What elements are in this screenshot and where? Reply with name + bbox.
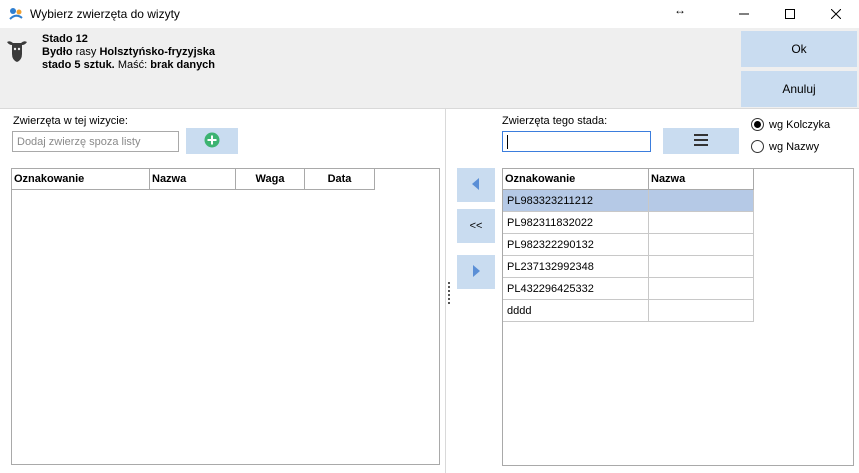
color-value: brak danych <box>150 59 216 71</box>
breed-word: rasy <box>75 46 97 58</box>
cell-name[interactable] <box>649 212 754 234</box>
column-header-waga[interactable]: Waga <box>236 169 305 190</box>
column-header-oznakowanie[interactable]: Oznakowanie <box>503 169 649 190</box>
column-header-nazwa[interactable]: Nazwa <box>649 169 754 190</box>
add-animal-button[interactable] <box>186 128 238 154</box>
list-icon <box>694 133 708 149</box>
app-icon <box>8 6 24 22</box>
radio-selected-dot <box>754 121 761 128</box>
close-button[interactable] <box>813 0 859 28</box>
sort-by-name-radio[interactable] <box>751 140 764 153</box>
cell-tag[interactable]: PL237132992348 <box>503 256 649 278</box>
breed-line: Bydło rasy Holsztyńsko-fryzyjska <box>42 46 215 58</box>
resize-arrows-icon: ↔ <box>674 3 686 17</box>
herd-count: stado 5 sztuk. <box>42 59 115 71</box>
add-animal-input[interactable]: Dodaj zwierzę spoza listy <box>12 131 179 152</box>
add-animal-placeholder: Dodaj zwierzę spoza listy <box>17 136 141 148</box>
cell-tag[interactable]: PL982322290132 <box>503 234 649 256</box>
sort-by-tag-radio[interactable] <box>751 118 764 131</box>
arrow-left-icon <box>472 177 480 193</box>
sort-by-name-label: wg Nazwy <box>769 140 820 153</box>
cell-name[interactable] <box>649 256 754 278</box>
herd-search-input[interactable] <box>502 131 651 152</box>
move-all-left-button[interactable]: << <box>457 209 495 243</box>
cell-name[interactable] <box>649 190 754 212</box>
color-label: Maść: <box>117 59 148 71</box>
cell-name[interactable] <box>649 278 754 300</box>
plus-circle-icon <box>204 132 220 151</box>
cell-name[interactable] <box>649 300 754 322</box>
herd-animals-grid[interactable]: Oznakowanie Nazwa PL983323211212 PL98231… <box>502 168 854 466</box>
sort-by-tag-label: wg Kolczyka <box>769 118 831 131</box>
text-cursor <box>507 135 508 149</box>
splitter-grip[interactable] <box>448 282 450 304</box>
column-header-oznakowanie[interactable]: Oznakowanie <box>12 169 150 190</box>
move-right-button[interactable] <box>457 255 495 289</box>
title-bar: Wybierz zwierzęta do wizyty ↔ <box>0 0 859 28</box>
cell-tag[interactable]: PL982311832022 <box>503 212 649 234</box>
cell-tag[interactable]: dddd <box>503 300 649 322</box>
cell-tag[interactable]: PL983323211212 <box>503 190 649 212</box>
maximize-button[interactable] <box>767 0 813 28</box>
cell-name[interactable] <box>649 234 754 256</box>
herd-name: Stado 12 <box>42 33 88 45</box>
sort-by-name-option[interactable]: wg Nazwy <box>751 140 819 153</box>
cancel-button[interactable]: Anuluj <box>741 71 857 107</box>
cow-icon <box>6 36 28 64</box>
visit-animals-label: Zwierzęta w tej wizycie: <box>13 115 128 127</box>
window-title: Wybierz zwierzęta do wizyty <box>30 7 180 21</box>
splitter[interactable] <box>445 109 446 473</box>
column-header-nazwa[interactable]: Nazwa <box>150 169 236 190</box>
column-header-data[interactable]: Data <box>305 169 375 190</box>
arrow-right-icon <box>472 264 480 280</box>
breed-prefix: Bydło <box>42 46 73 58</box>
visit-animals-grid[interactable]: Oznakowanie Nazwa Waga Data <box>11 168 440 465</box>
breed-name: Holsztyńsko-fryzyjska <box>99 46 216 58</box>
sort-by-tag-option[interactable]: wg Kolczyka <box>751 118 830 131</box>
herd-animals-label: Zwierzęta tego stada: <box>502 115 608 127</box>
list-menu-button[interactable] <box>663 128 739 154</box>
cell-tag[interactable]: PL432296425332 <box>503 278 649 300</box>
ok-button[interactable]: Ok <box>741 31 857 67</box>
minimize-button[interactable] <box>721 0 767 28</box>
move-left-button[interactable] <box>457 168 495 202</box>
count-line: stado 5 sztuk. Maść: brak danych <box>42 59 215 71</box>
